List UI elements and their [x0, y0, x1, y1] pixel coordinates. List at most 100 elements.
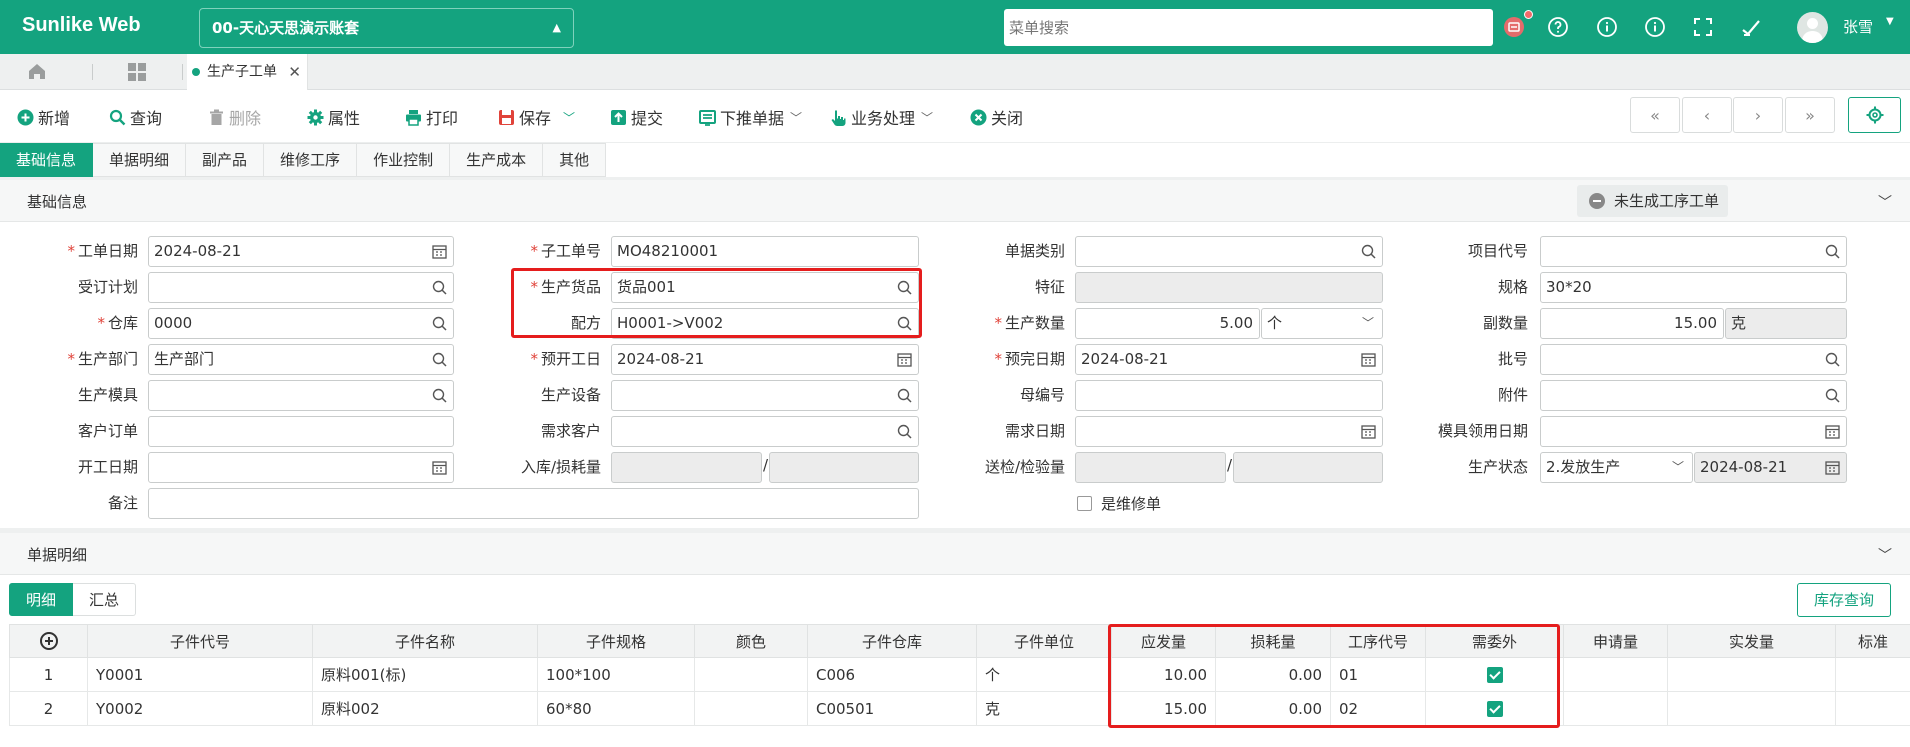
add-button[interactable]: 新增 — [17, 106, 70, 128]
properties-button[interactable]: 属性 — [307, 106, 360, 128]
cell-issue-qty[interactable]: 10.00 — [1111, 657, 1216, 692]
print-button[interactable]: 打印 — [405, 106, 458, 128]
cell-code[interactable]: Y0002 — [87, 691, 313, 726]
customer-order-field[interactable] — [148, 416, 454, 447]
app-grid-icon[interactable] — [128, 63, 146, 85]
column-header[interactable]: 子件名称 — [312, 624, 538, 658]
checkbox-checked-icon[interactable] — [1486, 667, 1503, 683]
avatar[interactable] — [1797, 12, 1828, 43]
cell-warehouse[interactable]: C00501 — [807, 691, 977, 726]
cell-name[interactable]: 原料001(标) — [312, 657, 538, 692]
table-row[interactable]: 2 Y0002 原料002 60*80 C00501 克 15.00 0.00 … — [9, 691, 1910, 726]
column-header[interactable]: 工序代号 — [1330, 624, 1426, 658]
fullscreen-icon[interactable] — [1690, 14, 1716, 40]
company-selector[interactable]: 00-天心天思演示账套 ▲ — [199, 8, 574, 48]
menu-search-input[interactable] — [1004, 9, 1493, 46]
spec-field[interactable]: 30*20 — [1540, 272, 1847, 303]
username[interactable]: 张雪 — [1843, 16, 1873, 37]
planned-start-field[interactable]: 2024-08-21 — [611, 344, 919, 375]
chevron-down-icon[interactable]: ﹀ — [563, 109, 575, 126]
cell-standard[interactable] — [1835, 657, 1910, 692]
cell-name[interactable]: 原料002 — [312, 691, 538, 726]
skin-icon[interactable] — [1738, 14, 1764, 40]
tab-detail[interactable]: 明细 — [9, 583, 74, 616]
production-status-select[interactable]: 2.发放生产 ﹀ — [1540, 452, 1693, 483]
chevron-down-icon[interactable]: ﹀ — [1878, 192, 1892, 212]
cell-loss-qty[interactable]: 0.00 — [1215, 657, 1331, 692]
cell-standard[interactable] — [1835, 691, 1910, 726]
checkbox-checked-icon[interactable] — [1486, 701, 1503, 717]
close-button[interactable]: 关闭 — [970, 106, 1023, 128]
cell-outsource[interactable] — [1425, 691, 1564, 726]
column-header[interactable]: 标准 — [1835, 624, 1910, 658]
cell-process[interactable]: 01 — [1330, 657, 1426, 692]
attachment-field[interactable] — [1540, 380, 1847, 411]
column-header[interactable]: 子件代号 — [87, 624, 313, 658]
tab-basic-info[interactable]: 基础信息 — [0, 143, 94, 177]
about-icon[interactable] — [1642, 14, 1668, 40]
tab-by-products[interactable]: 副产品 — [186, 143, 265, 177]
home-icon[interactable] — [28, 63, 46, 84]
query-button[interactable]: 查询 — [109, 106, 162, 128]
cell-loss-qty[interactable]: 0.00 — [1215, 691, 1331, 726]
cell-color[interactable] — [694, 657, 808, 692]
cell-code[interactable]: Y0001 — [87, 657, 313, 692]
cell-color[interactable] — [694, 691, 808, 726]
doc-type-field[interactable] — [1075, 236, 1383, 267]
basic-info-header[interactable]: 基础信息 未生成工序工单 ﹀ — [0, 180, 1910, 222]
tab-sub-work-order[interactable]: 生产子工单 ✕ — [187, 54, 308, 90]
equipment-field[interactable] — [611, 380, 919, 411]
cell-warehouse[interactable]: C006 — [807, 657, 977, 692]
cell-spec[interactable]: 100*100 — [537, 657, 695, 692]
table-row[interactable]: 1 Y0001 原料001(标) 100*100 C006 个 10.00 0.… — [9, 657, 1910, 692]
add-row-icon[interactable] — [39, 632, 58, 651]
delete-button[interactable]: 删除 — [208, 106, 261, 128]
work-order-date-field[interactable]: 2024-08-21 — [148, 236, 454, 267]
batch-no-field[interactable] — [1540, 344, 1847, 375]
tab-document-details[interactable]: 单据明细 — [93, 143, 187, 177]
settings-button[interactable] — [1848, 97, 1901, 133]
cell-issue-qty[interactable]: 15.00 — [1111, 691, 1216, 726]
demand-customer-field[interactable] — [611, 416, 919, 447]
recipe-field[interactable]: H0001->V002 — [611, 308, 919, 339]
tab-summary[interactable]: 汇总 — [73, 583, 137, 616]
chevron-down-icon[interactable]: ﹀ — [1878, 545, 1892, 565]
tab-operation-control[interactable]: 作业控制 — [357, 143, 451, 177]
column-header[interactable]: 申请量 — [1563, 624, 1668, 658]
tab-production-cost[interactable]: 生产成本 — [450, 143, 544, 177]
cell-spec[interactable]: 60*80 — [537, 691, 695, 726]
tab-other[interactable]: 其他 — [543, 143, 607, 177]
cell-apply-qty[interactable] — [1563, 657, 1668, 692]
column-header[interactable]: 子件规格 — [537, 624, 695, 658]
info-icon[interactable] — [1594, 14, 1620, 40]
quantity-field[interactable]: 5.00 — [1075, 308, 1260, 339]
cell-unit[interactable]: 个 — [976, 657, 1112, 692]
start-date-field[interactable] — [148, 452, 454, 483]
tab-repair-process[interactable]: 维修工序 — [264, 143, 358, 177]
push-down-button[interactable]: 下推单据 ﹀ — [699, 106, 802, 128]
order-plan-field[interactable] — [148, 272, 454, 303]
submit-button[interactable]: 提交 — [610, 106, 663, 128]
business-process-button[interactable]: 业务处理 ﹀ — [830, 106, 933, 128]
parent-no-field[interactable] — [1075, 380, 1383, 411]
cell-process[interactable]: 02 — [1330, 691, 1426, 726]
quantity-unit-select[interactable]: 个 ﹀ — [1261, 308, 1383, 339]
sub-order-no-field[interactable]: MO48210001 — [611, 236, 919, 267]
column-header[interactable]: 颜色 — [694, 624, 808, 658]
column-header[interactable]: 应发量 — [1111, 624, 1216, 658]
cell-outsource[interactable] — [1425, 657, 1564, 692]
cell-unit[interactable]: 克 — [976, 691, 1112, 726]
column-header[interactable]: 实发量 — [1667, 624, 1836, 658]
cell-actual-qty[interactable] — [1667, 691, 1836, 726]
planned-finish-field[interactable]: 2024-08-21 — [1075, 344, 1383, 375]
sub-quantity-field[interactable]: 15.00 — [1540, 308, 1724, 339]
help-icon[interactable] — [1545, 14, 1571, 40]
close-icon[interactable]: ✕ — [288, 54, 301, 90]
notification-icon[interactable] — [1501, 14, 1527, 40]
column-header[interactable]: 需委外 — [1425, 624, 1564, 658]
demand-date-field[interactable] — [1075, 416, 1383, 447]
product-field[interactable]: 货品001 — [611, 272, 919, 303]
details-header[interactable]: 单据明细 ﹀ — [0, 533, 1910, 575]
previous-record-button[interactable]: ‹ — [1682, 97, 1732, 133]
remark-field[interactable] — [148, 488, 919, 519]
